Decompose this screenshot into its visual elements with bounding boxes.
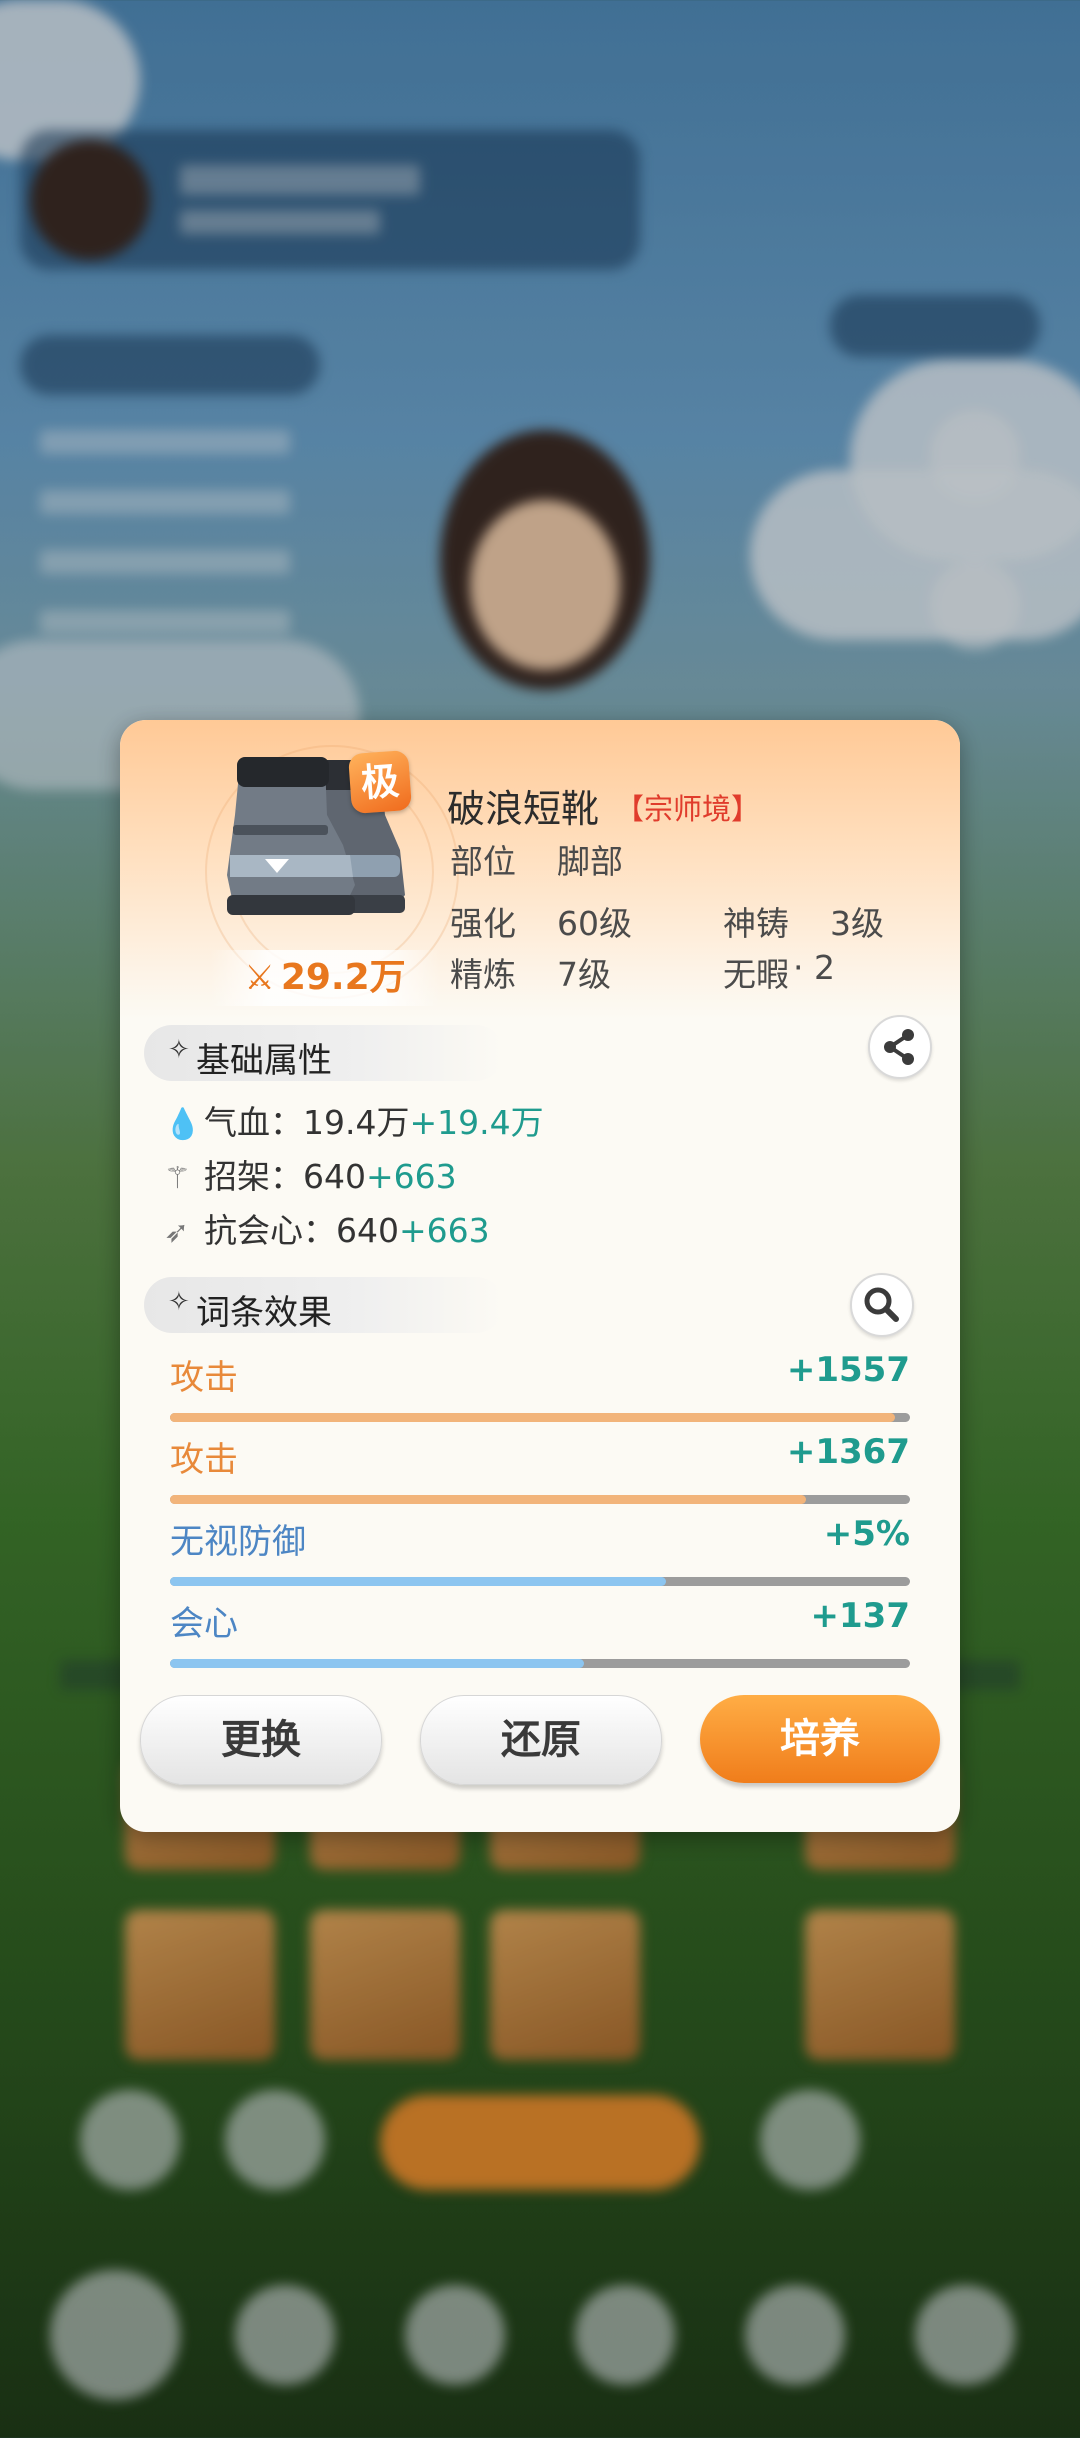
combat-power: ⚔ 29.2万 (210, 950, 440, 1006)
card-header: 极 ⚔ 29.2万 破浪短靴 【宗师境】 部位 脚部 强化 60级 神铸 3级 精… (120, 720, 960, 1020)
crossed-swords-icon: ⚔ (244, 958, 275, 998)
forge-label: 神铸 (723, 904, 789, 943)
entry-value: +137 (810, 1596, 910, 1636)
enhance-label: 强化 (450, 904, 516, 943)
entry-name: 攻击 (170, 1358, 238, 1398)
inspect-button[interactable] (850, 1273, 914, 1337)
refine-label: 精炼 (450, 955, 516, 994)
flawless-value: · 2 (793, 948, 835, 987)
grade-badge: 极 (347, 749, 413, 815)
share-icon (884, 1029, 914, 1065)
entry-value: +1557 (786, 1350, 910, 1390)
slot-label: 部位 (450, 842, 516, 881)
refine-value: 7级 (557, 955, 611, 994)
enhance-value: 60级 (557, 904, 632, 943)
attribute-row-anti-crit: ➶ 抗会心：640+663 (164, 1211, 490, 1250)
base-attributes-header: ✧ 基础属性 (144, 1025, 504, 1081)
combat-power-value: 29.2万 (280, 957, 406, 998)
equipment-detail-card: 极 ⚔ 29.2万 破浪短靴 【宗师境】 部位 脚部 强化 60级 神铸 3级 精… (120, 720, 960, 1832)
entry-name: 会心 (170, 1604, 238, 1644)
section-title: 基础属性 (196, 1041, 332, 1081)
entry-value: +1367 (786, 1432, 910, 1472)
slot-value: 脚部 (557, 842, 623, 881)
entry-progress-fill (170, 1413, 896, 1422)
entry-progress-bar (170, 1495, 910, 1504)
forge-value: 3级 (830, 904, 884, 943)
item-icon-box[interactable]: 极 ⚔ 29.2万 (210, 740, 440, 1006)
parry-icon: ⚚ (164, 1161, 191, 1196)
entry-progress-fill (170, 1495, 807, 1504)
entry-progress-bar (170, 1577, 910, 1586)
restore-button[interactable]: 还原 (420, 1695, 662, 1785)
share-button[interactable] (868, 1015, 932, 1079)
realm-tag: 【宗师境】 (615, 792, 761, 826)
item-name: 破浪短靴 (447, 787, 600, 831)
attribute-row-parry: ⚚ 招架：640+663 (164, 1157, 457, 1196)
diamond-bullet-icon: ✧ (168, 1035, 190, 1065)
entry-name: 无视防御 (170, 1522, 306, 1562)
magnifier-icon (864, 1287, 899, 1322)
entry-name: 攻击 (170, 1440, 238, 1480)
entry-effects-header: ✧ 词条效果 (144, 1277, 504, 1333)
entry-progress-bar (170, 1659, 910, 1668)
attribute-row-hp: 💧气血：19.4万+19.4万 (164, 1103, 544, 1142)
diamond-bullet-icon: ✧ (168, 1287, 190, 1317)
flawless-label: 无暇 (723, 955, 789, 994)
cultivate-button[interactable]: 培养 (700, 1695, 940, 1783)
entry-value: +5% (823, 1514, 910, 1554)
drop-icon: 💧 (164, 1107, 202, 1142)
entry-progress-fill (170, 1577, 666, 1586)
replace-button[interactable]: 更换 (140, 1695, 382, 1785)
section-title: 词条效果 (196, 1293, 332, 1333)
entry-progress-bar (170, 1413, 910, 1422)
anti-crit-icon: ➶ (164, 1215, 190, 1250)
entry-progress-fill (170, 1659, 585, 1668)
